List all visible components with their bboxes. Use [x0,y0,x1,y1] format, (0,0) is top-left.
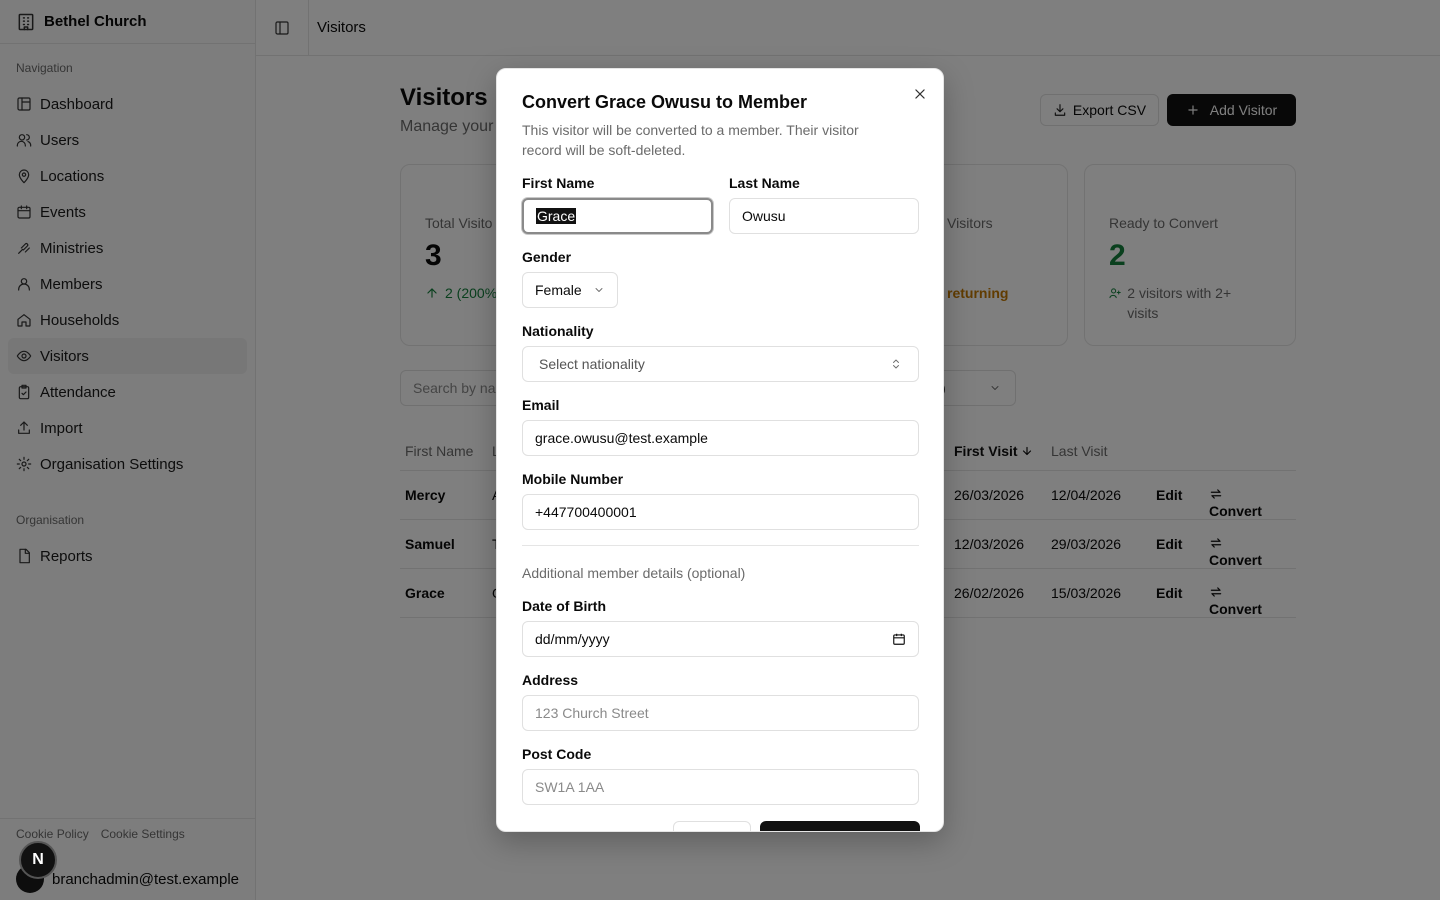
nationality-label: Nationality [522,323,594,339]
first-name-value: Grace [536,208,577,224]
chevrons-up-down-icon [893,359,899,369]
email-value: grace.owusu@test.example [535,430,708,446]
chevron-down-icon [595,288,603,292]
last-name-value: Owusu [742,208,786,224]
gender-select[interactable]: Female [522,272,618,308]
dob-placeholder: dd/mm/yyyy [535,631,610,647]
next-dev-badge[interactable]: N [19,841,57,879]
mobile-field[interactable]: +447700400001 [522,494,919,530]
nationality-placeholder: Select nationality [539,356,645,372]
address-field[interactable]: 123 Church Street [522,695,919,731]
close-button[interactable] [911,85,929,103]
convert-submit-button[interactable] [760,821,920,831]
gender-label: Gender [522,249,572,265]
postcode-field[interactable]: SW1A 1AA [522,769,919,805]
address-label: Address [522,672,579,688]
cancel-button[interactable] [673,821,751,831]
postcode-label: Post Code [522,746,592,762]
email-field[interactable]: grace.owusu@test.example [522,420,919,456]
first-name-label: First Name [522,175,595,191]
first-name-field[interactable]: Grace [522,198,713,234]
dialog-title: Convert Grace Owusu to Member [522,92,808,112]
calendar-icon[interactable] [892,632,906,646]
last-name-label: Last Name [729,175,800,191]
email-label: Email [522,397,560,413]
convert-dialog: Convert Grace Owusu to Member This visit… [496,68,944,832]
nationality-combobox[interactable]: Select nationality [522,346,919,382]
postcode-placeholder: SW1A 1AA [535,779,605,795]
address-placeholder: 123 Church Street [535,705,649,721]
last-name-field[interactable]: Owusu [729,198,919,234]
mobile-label: Mobile Number [522,471,624,487]
mobile-value: +447700400001 [535,504,637,520]
close-icon [915,89,925,99]
section-divider [522,545,919,546]
dialog-description: This visitor will be converted to a memb… [522,122,859,158]
additional-details-note: Additional member details (optional) [522,565,746,581]
dob-label: Date of Birth [522,598,606,614]
dob-field[interactable]: dd/mm/yyyy [522,621,919,657]
gender-value: Female [535,282,582,298]
